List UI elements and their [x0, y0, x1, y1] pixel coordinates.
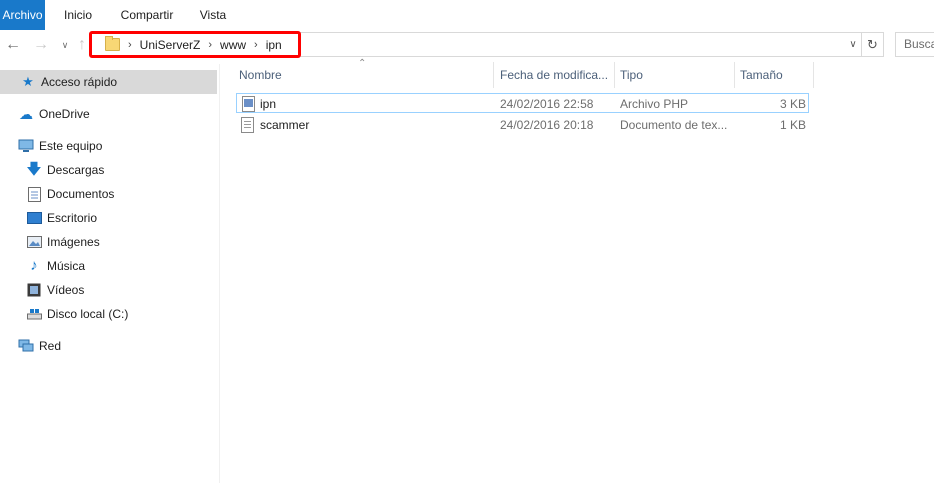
file-date: 24/02/2016 20:18: [500, 118, 594, 132]
nav-item-documentos[interactable]: Documentos: [0, 182, 217, 206]
file-name: ipn: [260, 97, 277, 111]
ribbon: Archivo Inicio Compartir Vista: [0, 0, 934, 30]
file-row[interactable]: ipn 24/02/2016 22:58 Archivo PHP 3 KB: [236, 93, 809, 113]
network-icon: [18, 338, 34, 354]
nav-item-label: Disco local (C:): [47, 307, 129, 321]
star-icon: ★: [22, 74, 34, 89]
nav-item-imagenes[interactable]: Imágenes: [0, 230, 217, 254]
file-size: 3 KB: [779, 97, 806, 111]
nav-item-videos[interactable]: Vídeos: [0, 278, 217, 302]
arrow-left-icon: ←: [5, 36, 21, 53]
column-header-fecha[interactable]: Fecha de modifica...: [495, 62, 615, 88]
arrow-up-icon: ↑: [78, 36, 86, 53]
nav-item-onedrive[interactable]: ☁ OneDrive: [0, 102, 217, 126]
nav-item-escritorio[interactable]: Escritorio: [0, 206, 217, 230]
file-date: 24/02/2016 22:58: [500, 97, 594, 111]
nav-item-descargas[interactable]: 🡇 Descargas: [0, 158, 217, 182]
nav-item-label: OneDrive: [39, 107, 90, 121]
desktop-icon: [26, 210, 42, 226]
address-dropdown-button[interactable]: ∨: [844, 30, 862, 60]
chevron-down-icon: ∨: [849, 39, 857, 50]
music-icon: ♪: [30, 257, 38, 274]
forward-button[interactable]: →: [30, 30, 52, 60]
column-header-nombre[interactable]: Nombre: [234, 62, 494, 88]
nav-item-label: Vídeos: [47, 283, 85, 297]
file-name: scammer: [260, 118, 310, 132]
nav-item-label: Red: [39, 339, 62, 353]
file-type: Archivo PHP: [620, 97, 689, 111]
php-file-icon: [242, 96, 255, 112]
nav-item-label: Este equipo: [39, 139, 103, 153]
nav-item-disco-local[interactable]: Disco local (C:): [0, 302, 217, 326]
file-row[interactable]: scammer 24/02/2016 20:18 Documento de te…: [236, 115, 809, 135]
nav-item-red[interactable]: Red: [0, 334, 217, 358]
nav-item-musica[interactable]: ♪ Música: [0, 254, 217, 278]
navigation-pane: ★ Acceso rápido ☁ OneDrive Este equipo 🡇…: [0, 64, 220, 483]
nav-item-label: Acceso rápido: [41, 75, 118, 89]
column-header-tamano[interactable]: Tamaño: [735, 62, 814, 88]
arrow-right-icon: →: [33, 36, 49, 53]
nav-item-este-equipo[interactable]: Este equipo: [0, 134, 217, 158]
pictures-icon: [26, 234, 42, 250]
tab-inicio[interactable]: Inicio: [55, 0, 101, 30]
tab-vista[interactable]: Vista: [192, 0, 234, 30]
search-input[interactable]: Buscar en ipn: [895, 32, 934, 57]
nav-item-label: Documentos: [47, 187, 115, 201]
tab-compartir[interactable]: Compartir: [113, 0, 181, 30]
nav-item-acceso-rapido[interactable]: ★ Acceso rápido: [0, 70, 217, 94]
file-size: 1 KB: [779, 118, 806, 132]
recent-locations-button[interactable]: ∨: [58, 30, 72, 60]
refresh-icon: ↻: [867, 37, 878, 52]
document-icon: [26, 186, 42, 202]
cloud-icon: ☁: [19, 106, 33, 122]
up-button[interactable]: ↑: [74, 30, 90, 60]
back-button[interactable]: ←: [2, 30, 24, 60]
refresh-button[interactable]: ↻: [862, 32, 884, 57]
download-icon: 🡇: [26, 161, 42, 178]
chevron-down-icon: ∨: [61, 40, 69, 50]
nav-item-label: Descargas: [47, 163, 105, 177]
nav-item-label: Imágenes: [47, 235, 100, 249]
highlight-annotation: [89, 31, 301, 58]
tab-archivo[interactable]: Archivo: [0, 0, 45, 30]
drive-icon: [26, 306, 42, 322]
file-type: Documento de tex...: [620, 118, 728, 132]
computer-icon: [18, 138, 34, 154]
text-file-icon: [241, 117, 254, 133]
nav-item-label: Música: [47, 259, 86, 273]
column-header-tipo[interactable]: Tipo: [615, 62, 735, 88]
nav-item-label: Escritorio: [47, 211, 98, 225]
video-icon: [26, 282, 42, 298]
